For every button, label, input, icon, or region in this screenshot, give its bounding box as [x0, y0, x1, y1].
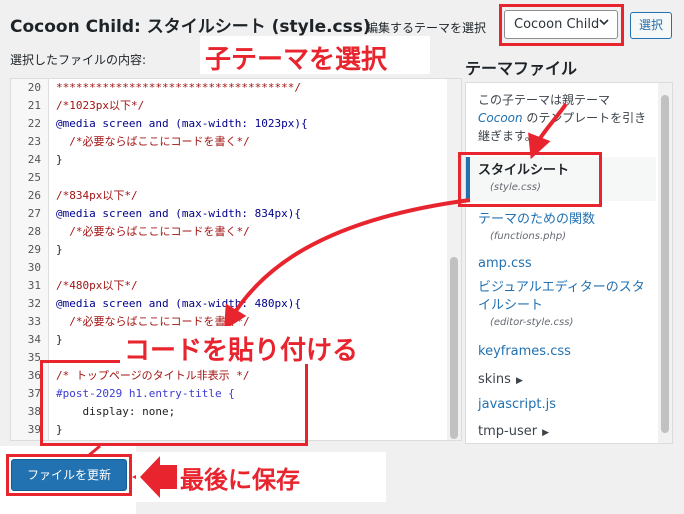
child-theme-note: この子テーマは親テーマ Cocoon のテンプレートを引き継ぎます。: [478, 93, 647, 143]
code-line: 22 @media screen and (max-width: 1023px){: [27, 117, 308, 130]
file-item-label: keyframes.css: [478, 344, 571, 359]
theme-files-heading: テーマファイル: [465, 59, 578, 78]
page-title: Cocoon Child: スタイルシート (style.css): [10, 17, 371, 37]
code-line: 20 ************************************/: [27, 81, 302, 94]
file-item-label: amp.css: [478, 256, 532, 271]
file-item-label: javascript.js: [478, 397, 556, 412]
folder-skins[interactable]: skins ▶: [478, 372, 523, 387]
editor-scrollbar-thumb[interactable]: [450, 257, 458, 439]
code-line: 29}: [27, 243, 63, 256]
file-content-label: 選択したファイルの内容:: [10, 53, 147, 67]
folder-tmp-user[interactable]: tmp-user ▶: [478, 424, 549, 439]
code-line: 25: [27, 171, 41, 184]
code-line: 26/*834px以下*/: [27, 189, 138, 202]
annotation-paste-code: コードを貼り付ける: [124, 336, 359, 366]
code-line: 24}: [27, 153, 63, 166]
highlight-pasted-code: [40, 360, 308, 446]
code-line: 28 /*必要ならばここにコードを書く*/: [27, 225, 250, 238]
file-item-keyframes-css[interactable]: keyframes.css: [478, 343, 658, 361]
highlight-update-button: [6, 454, 132, 496]
sidebar-scrollbar[interactable]: [658, 83, 672, 443]
file-item-amp-css[interactable]: amp.css: [478, 255, 658, 273]
file-item-filename: (functions.php): [490, 231, 567, 242]
code-line: 27 @media screen and (max-width: 834px){: [27, 207, 302, 220]
theme-file-list: この子テーマは親テーマ Cocoon のテンプレートを引き継ぎます。 スタイルシ…: [465, 82, 673, 444]
code-line: 23 /*必要ならばここにコードを書く*/: [27, 135, 250, 148]
code-line: 21/*1023px以下*/: [27, 99, 145, 112]
select-theme-button[interactable]: 選択: [630, 12, 672, 39]
annotation-save-last: 最後に保存: [180, 466, 300, 494]
highlight-theme-select: [499, 4, 624, 46]
annotation-choose-child-theme: 子テーマを選択: [205, 45, 388, 75]
sidebar-scrollbar-thumb[interactable]: [661, 95, 669, 433]
file-item-javascript-js[interactable]: javascript.js: [478, 396, 658, 414]
file-item-label: テーマのための関数: [478, 212, 596, 227]
highlight-style-css: [458, 152, 602, 207]
code-line: 30: [27, 261, 41, 274]
editor-scrollbar[interactable]: [447, 79, 461, 440]
code-line: 32 @media screen and (max-width: 480px){: [27, 297, 302, 310]
file-item-editor-style-css[interactable]: ビジュアルエディターのスタイルシート (editor-style.css): [478, 279, 648, 331]
theme-select-label: 編集するテーマを選択: [366, 21, 487, 35]
code-line: 31/*480px以下*/: [27, 279, 138, 292]
expand-triangle-icon: ▶: [542, 428, 549, 438]
expand-triangle-icon: ▶: [515, 376, 523, 386]
file-item-label: ビジュアルエディターのスタイルシート: [478, 280, 645, 313]
file-item-filename: (editor-style.css): [490, 317, 574, 328]
file-item-functions-php[interactable]: テーマのための関数 (functions.php): [478, 211, 658, 245]
parent-theme-link[interactable]: Cocoon: [478, 111, 523, 125]
